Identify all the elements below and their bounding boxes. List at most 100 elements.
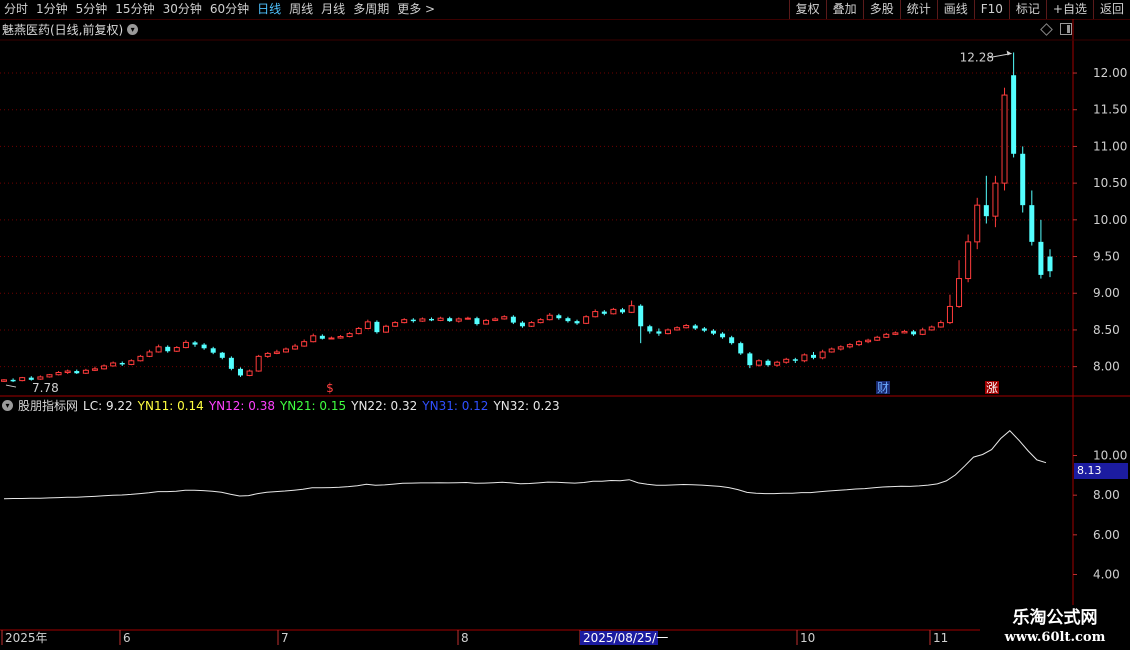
event-marker-1: 财 <box>877 381 889 395</box>
candle-body <box>82 369 89 374</box>
candle-body <box>428 318 434 321</box>
candle-body <box>501 316 508 320</box>
candle-body <box>965 241 972 280</box>
candle-body <box>37 376 44 380</box>
date-axis-label: 2025年 <box>5 631 48 645</box>
candle-body <box>692 325 698 329</box>
candle-body <box>620 309 626 313</box>
candle-body <box>419 318 426 322</box>
candle-body <box>173 347 180 352</box>
low-arrow-line <box>5 384 17 388</box>
candle-body <box>219 352 225 358</box>
candle-body <box>46 374 53 378</box>
candle-body <box>983 205 989 217</box>
candle-body <box>437 317 444 321</box>
candle-body <box>228 357 234 369</box>
date-axis-label: 6 <box>123 631 131 645</box>
candle-body <box>592 311 599 318</box>
candle-body <box>874 336 881 341</box>
candle-body <box>992 182 999 217</box>
price-axis-label: 8.00 <box>1093 360 1120 374</box>
candle-body <box>638 305 644 327</box>
candle-body <box>911 331 917 335</box>
candle-body <box>319 335 325 339</box>
candle-body <box>447 318 453 322</box>
candle-body <box>1011 75 1017 154</box>
candle-body <box>937 322 944 328</box>
candle-body <box>892 332 899 335</box>
candle-body <box>846 344 853 348</box>
price-axis-label: 11.00 <box>1093 139 1127 153</box>
candle-body <box>364 321 371 329</box>
candle-body <box>819 351 826 359</box>
candle-body <box>155 346 162 353</box>
low-price-label: 7.78 <box>32 381 59 395</box>
candle-body <box>974 204 981 243</box>
price-axis-label: 11.50 <box>1093 103 1127 117</box>
candle-body <box>182 341 189 349</box>
candle-body <box>537 319 544 324</box>
candle-body <box>811 354 817 358</box>
event-marker-2: 涨 <box>986 380 998 395</box>
candle-body <box>337 336 344 339</box>
candle-body <box>255 355 262 372</box>
candle-body <box>264 352 271 357</box>
candle-body <box>328 337 335 340</box>
candle-body <box>528 322 535 327</box>
candle-body <box>292 345 299 350</box>
candle-body <box>282 348 289 353</box>
candle-body <box>55 372 62 376</box>
candle-body <box>1038 241 1044 275</box>
candle-body <box>546 314 553 321</box>
candle-body <box>1001 94 1008 184</box>
ind-axis-label: 8.00 <box>1093 488 1120 502</box>
candle-body <box>656 331 662 334</box>
candle-body <box>755 360 762 366</box>
candle-body <box>474 318 480 325</box>
candle-body <box>1020 153 1026 206</box>
candle-body <box>374 321 380 333</box>
candle-body <box>246 370 253 376</box>
candle-body <box>729 337 735 344</box>
candle-body <box>392 322 399 327</box>
candle-body <box>647 326 653 332</box>
candle-body <box>74 371 80 374</box>
candle-body <box>610 308 617 315</box>
candle-body <box>765 360 771 366</box>
candle-body <box>1 379 7 382</box>
candle-body <box>165 346 171 352</box>
candle-body <box>928 326 935 331</box>
watermark-url: www.60lt.com <box>1004 630 1106 645</box>
candle-body <box>919 329 926 335</box>
candle-body <box>828 348 835 353</box>
candle-body <box>556 315 562 319</box>
candle-body <box>628 305 635 313</box>
candle-body <box>383 325 390 333</box>
candle-body <box>455 318 462 322</box>
candle-body <box>201 344 207 349</box>
high-price-label: 12.28 <box>960 50 994 64</box>
candle-body <box>119 362 125 365</box>
candle-body <box>701 328 707 331</box>
candle-body <box>519 322 525 327</box>
candle-body <box>774 361 781 366</box>
candle-body <box>574 321 580 324</box>
candle-body <box>301 341 308 347</box>
date-axis-label: 10 <box>800 631 815 645</box>
date-axis-label: 7 <box>281 631 289 645</box>
candle-body <box>883 333 890 338</box>
kline-chart[interactable]: 12.00 11.50 11.00 10.50 10.00 9.50 9.00 8.50 8.0… <box>0 0 1130 650</box>
price-axis-label: 12.00 <box>1093 66 1127 80</box>
candle-body <box>483 319 490 325</box>
candle-body <box>738 343 744 354</box>
event-marker-0: $ <box>326 381 334 395</box>
lc-indicator-line <box>3 430 1047 500</box>
candle-body <box>410 319 416 322</box>
candle-body <box>401 319 408 324</box>
price-axis-label: 8.50 <box>1093 323 1120 337</box>
candle-body <box>710 330 716 334</box>
candle-body <box>901 330 908 334</box>
candle-body <box>346 333 353 338</box>
candle-body <box>146 351 153 357</box>
candle-body <box>492 318 499 321</box>
